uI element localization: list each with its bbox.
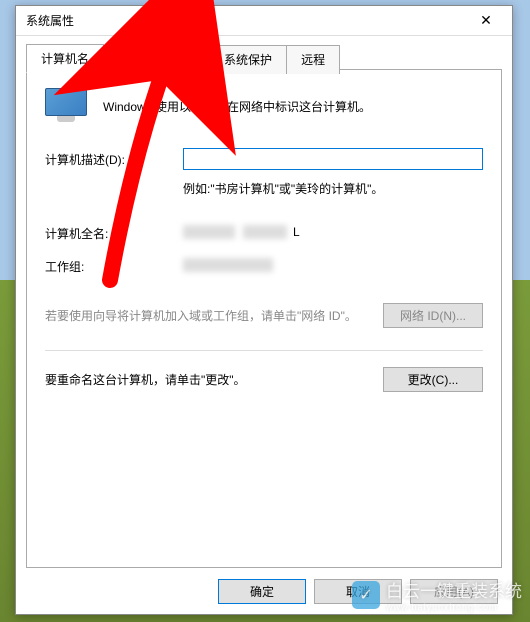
titlebar: 系统属性 ✕	[16, 6, 512, 36]
workgroup-value	[183, 258, 483, 274]
tab-strip: 计算机名 硬件 高级 系统保护 远程	[26, 44, 502, 73]
network-id-section: 若要使用向导将计算机加入域或工作组，请单击"网络 ID"。 网络 ID(N)..…	[45, 303, 483, 328]
tab-remote[interactable]: 远程	[286, 45, 340, 74]
dialog-title: 系统属性	[26, 12, 466, 29]
fullname-row: 计算机全名: L	[45, 225, 483, 242]
change-button[interactable]: 更改(C)...	[383, 367, 483, 392]
watermark-sub: www.baiyunxitong.com	[386, 602, 522, 612]
divider	[45, 350, 483, 351]
description-input[interactable]	[183, 148, 483, 170]
system-properties-dialog: 系统属性 ✕ 计算机名 硬件 高级 系统保护 远程 Windows 使用以下信息…	[15, 5, 513, 615]
fullname-value: L	[183, 225, 483, 241]
rename-text: 要重命名这台计算机，请单击"更改"。	[45, 371, 371, 389]
tab-system-protect[interactable]: 系统保护	[209, 45, 287, 74]
network-id-text: 若要使用向导将计算机加入域或工作组，请单击"网络 ID"。	[45, 307, 371, 325]
watermark-brand: 白云一键重装系统	[386, 577, 522, 602]
tab-panel-computer-name: Windows 使用以下信息在网络中标识这台计算机。 计算机描述(D): 例如:…	[26, 69, 502, 568]
description-example: 例如:"书房计算机"或"美玲的计算机"。	[183, 180, 483, 197]
network-id-button[interactable]: 网络 ID(N)...	[383, 303, 483, 328]
workgroup-label: 工作组:	[45, 258, 183, 275]
watermark: ✓ 白云一键重装系统 www.baiyunxitong.com	[352, 577, 522, 612]
tab-computer-name[interactable]: 计算机名	[26, 44, 104, 73]
tab-advanced[interactable]: 高级	[156, 45, 210, 74]
description-row: 计算机描述(D):	[45, 148, 483, 170]
intro-row: Windows 使用以下信息在网络中标识这台计算机。	[45, 88, 483, 124]
computer-icon	[45, 88, 87, 124]
ok-button[interactable]: 确定	[218, 579, 306, 604]
tabs-container: 计算机名 硬件 高级 系统保护 远程 Windows 使用以下信息在网络中标识这…	[26, 44, 502, 568]
close-button[interactable]: ✕	[466, 9, 506, 33]
tab-hardware[interactable]: 硬件	[103, 45, 157, 74]
fullname-label: 计算机全名:	[45, 225, 183, 242]
dialog-body: 计算机名 硬件 高级 系统保护 远程 Windows 使用以下信息在网络中标识这…	[16, 36, 512, 614]
close-icon: ✕	[480, 12, 492, 29]
description-label: 计算机描述(D):	[45, 151, 183, 168]
rename-section: 要重命名这台计算机，请单击"更改"。 更改(C)...	[45, 367, 483, 392]
workgroup-row: 工作组:	[45, 258, 483, 275]
watermark-icon: ✓	[352, 581, 380, 609]
intro-text: Windows 使用以下信息在网络中标识这台计算机。	[103, 98, 371, 115]
